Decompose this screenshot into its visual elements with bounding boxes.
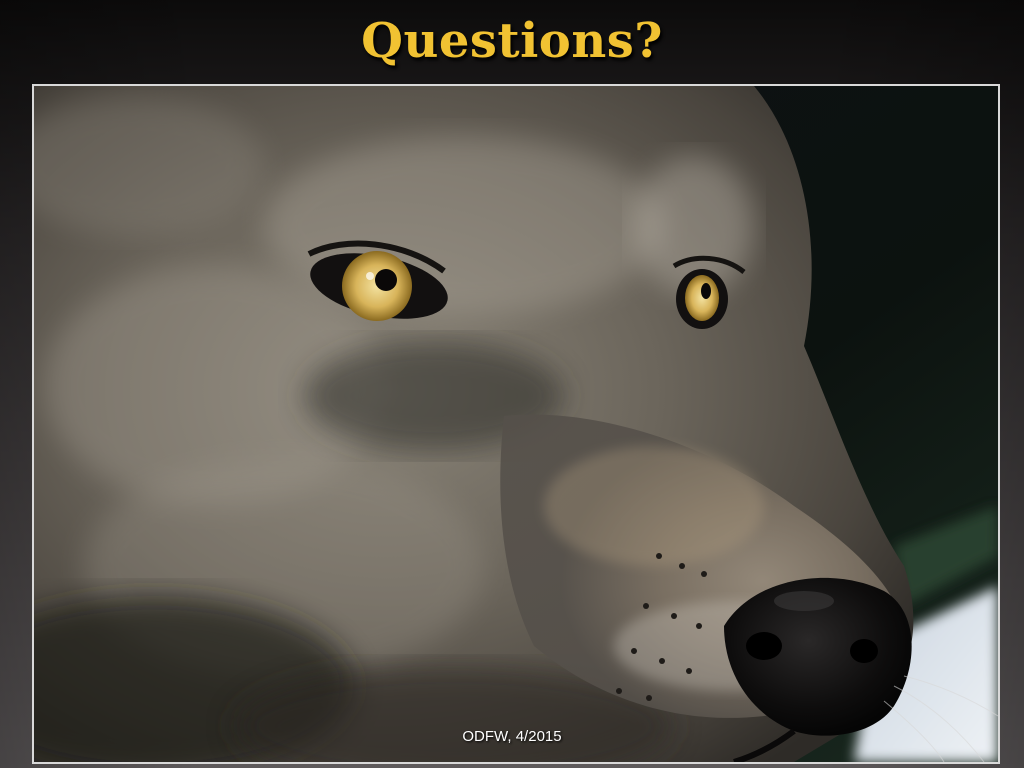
wolf-photo [32, 84, 1000, 764]
photo-credit: ODFW, 4/2015 [462, 728, 562, 745]
wolf-photo-illustration [34, 86, 998, 762]
slide-title: Questions? [361, 13, 663, 69]
